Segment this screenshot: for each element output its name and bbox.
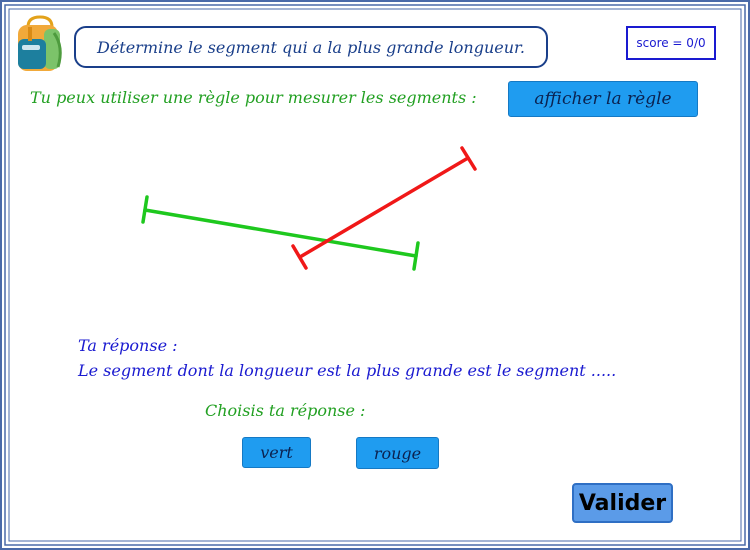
answer-label: Ta réponse : [78,336,178,355]
validate-button[interactable]: Valider [572,483,673,523]
answer-sentence: Le segment dont la longueur est la plus … [78,361,617,380]
choice-green-button[interactable]: vert [242,437,311,468]
choice-red-label: rouge [373,443,422,463]
green-segment [141,195,420,271]
choose-label: Choisis ta réponse : [205,401,366,420]
choice-green-label: vert [260,443,293,462]
choice-red-button[interactable]: rouge [356,437,439,469]
validate-label: Valider [578,490,667,516]
